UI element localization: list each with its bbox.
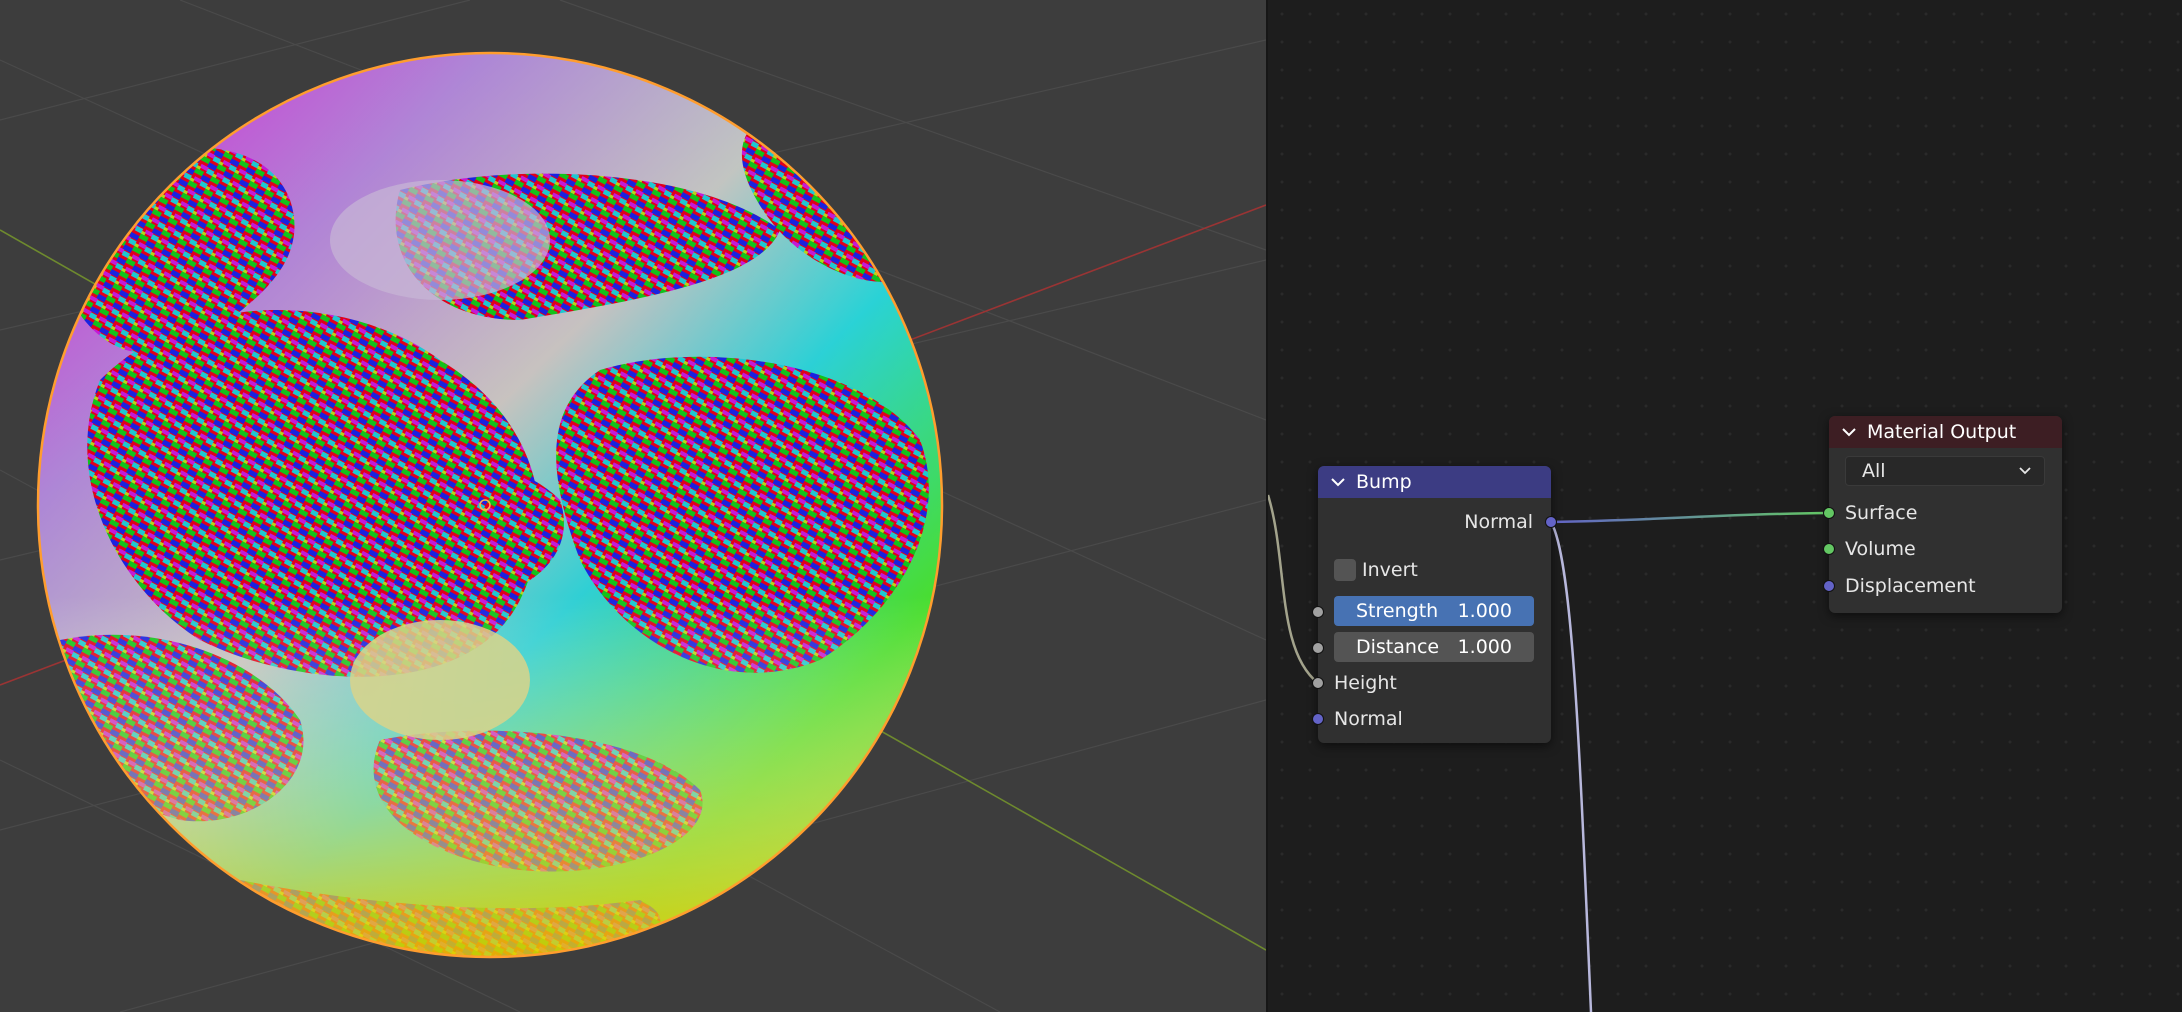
surface-row: Surface [1845,501,1917,525]
bump-input-normal-row: Normal [1334,707,1403,731]
bump-input-normal-label: Normal [1334,708,1403,730]
bump-input-normal-socket[interactable] [1312,713,1324,725]
sphere-object[interactable] [36,51,944,960]
normal-to-surface-link [1550,511,1830,524]
strength-socket[interactable] [1312,606,1324,618]
target-dropdown[interactable]: All [1845,456,2045,486]
volume-socket[interactable] [1823,543,1835,555]
material-output-node[interactable]: Material Output All Surface Volume Displ… [1823,416,2062,613]
strength-field[interactable]: Strength 1.000 [1334,596,1534,626]
chevron-down-icon [2019,467,2031,475]
strength-label: Strength [1356,600,1439,622]
invert-label: Invert [1362,559,1418,581]
displacement-label: Displacement [1845,575,1976,597]
height-row: Height [1334,671,1397,695]
bump-output-normal-label: Normal [1464,511,1533,533]
bump-node[interactable]: Bump Normal Invert Strength 1.000 Distan… [1312,466,1557,743]
material-output-title: Material Output [1867,421,2017,443]
distance-socket[interactable] [1312,642,1324,654]
chevron-down-icon[interactable] [1841,424,1857,440]
bump-node-title: Bump [1356,471,1412,493]
3d-viewport[interactable] [0,0,1266,1012]
strength-value: 1.000 [1457,600,1512,622]
displacement-socket[interactable] [1823,580,1835,592]
chevron-down-icon[interactable] [1330,474,1346,490]
bump-output-normal-socket[interactable] [1545,516,1557,528]
height-input-link [1268,494,1319,684]
surface-socket[interactable] [1823,507,1835,519]
volume-row: Volume [1845,537,1916,561]
bump-output-normal-row: Normal [1464,510,1533,534]
distance-field[interactable]: Distance 1.000 [1334,632,1534,662]
shader-node-editor[interactable]: Bump Normal Invert Strength 1.000 Distan… [1268,0,2182,1012]
distance-value: 1.000 [1457,636,1512,658]
invert-checkbox[interactable] [1334,559,1356,581]
height-socket[interactable] [1312,677,1324,689]
volume-label: Volume [1845,538,1916,560]
bump-node-header[interactable]: Bump [1318,466,1551,498]
height-label: Height [1334,672,1397,694]
material-output-header[interactable]: Material Output [1829,416,2062,448]
invert-row: Invert [1362,558,1418,582]
surface-label: Surface [1845,502,1918,524]
displacement-row: Displacement [1845,574,1976,598]
distance-label: Distance [1356,636,1440,658]
viewport-canvas[interactable] [0,0,1266,1012]
normal-output-link [1549,521,1593,1012]
target-dropdown-value: All [1862,460,1886,482]
